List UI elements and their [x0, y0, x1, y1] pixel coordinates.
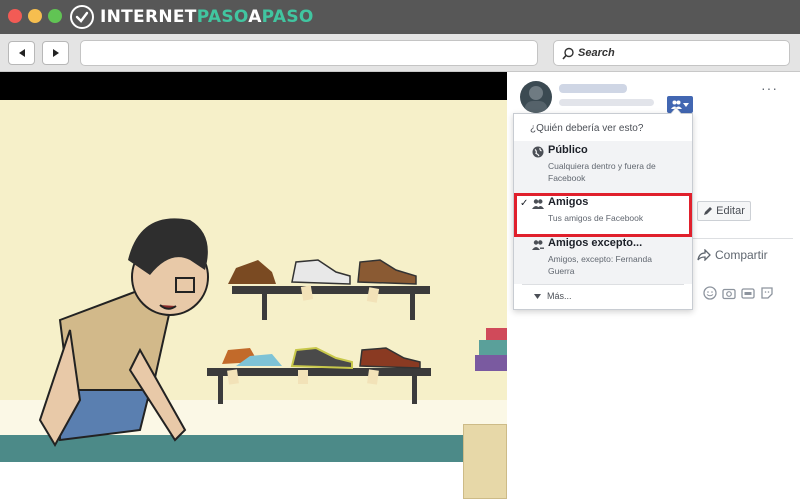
- divider: [693, 238, 793, 239]
- back-button[interactable]: [8, 41, 35, 65]
- avatar[interactable]: [520, 81, 552, 113]
- camera-icon[interactable]: [722, 286, 736, 300]
- privacy-more-option[interactable]: Más...: [534, 291, 572, 301]
- pencil-icon: [704, 207, 713, 215]
- logo-text: INTERNETPASOAPASO: [100, 7, 314, 27]
- share-button[interactable]: Compartir: [697, 248, 768, 262]
- site-logo: INTERNETPASOAPASO: [70, 4, 314, 30]
- search-placeholder: Search: [578, 47, 615, 59]
- edit-label: Editar: [716, 205, 745, 217]
- privacy-option-title: Público: [548, 144, 588, 156]
- more-label: Más...: [547, 291, 572, 301]
- close-window-button[interactable]: [8, 9, 22, 23]
- caret-down-icon: [534, 293, 541, 299]
- friends-except-icon: [532, 240, 544, 250]
- share-arrow-icon: [697, 249, 711, 261]
- cartoon-illustration: [0, 100, 507, 462]
- globe-icon: [532, 146, 544, 158]
- browser-toolbar: Search: [0, 34, 800, 72]
- privacy-option-title: Amigos excepto...: [548, 237, 643, 249]
- address-bar[interactable]: [80, 40, 538, 66]
- share-label: Compartir: [715, 248, 768, 262]
- edit-button[interactable]: Editar: [697, 201, 751, 221]
- gif-icon[interactable]: [741, 286, 755, 300]
- privacy-option-description: Amigos, excepto: Fernanda Guerra: [548, 254, 652, 276]
- search-input[interactable]: Search: [553, 40, 790, 66]
- logo-mark-icon: [70, 5, 94, 29]
- sticker-icon[interactable]: [760, 286, 774, 300]
- privacy-option-public[interactable]: Público Cualquiera dentro y fuera de Fac…: [514, 141, 692, 193]
- maximize-window-button[interactable]: [48, 9, 62, 23]
- video-top-bar: [0, 72, 507, 100]
- comment-tools: [693, 280, 786, 306]
- highlight-box: [514, 193, 692, 237]
- video-frame[interactable]: [0, 100, 507, 462]
- arrow-left-icon: [18, 49, 25, 57]
- store-counter: [463, 424, 507, 499]
- arrow-right-icon: [52, 49, 59, 57]
- minimize-window-button[interactable]: [28, 9, 42, 23]
- more-options-button[interactable]: ···: [761, 80, 778, 96]
- forward-button[interactable]: [42, 41, 69, 65]
- chevron-down-icon: [683, 102, 689, 107]
- blurred-username: [559, 84, 627, 93]
- blurred-post-date: [559, 99, 654, 106]
- search-icon: [562, 47, 574, 60]
- privacy-option-description: Cualquiera dentro y fuera de Facebook: [548, 161, 656, 183]
- emoji-icon[interactable]: [703, 286, 717, 300]
- window-titlebar: INTERNETPASOAPASO: [0, 0, 800, 34]
- privacy-menu-header: ¿Quién debería ver esto?: [530, 123, 644, 134]
- divider: [522, 284, 684, 285]
- privacy-option-friends-except[interactable]: Amigos excepto... Amigos, excepto: Ferna…: [514, 234, 692, 284]
